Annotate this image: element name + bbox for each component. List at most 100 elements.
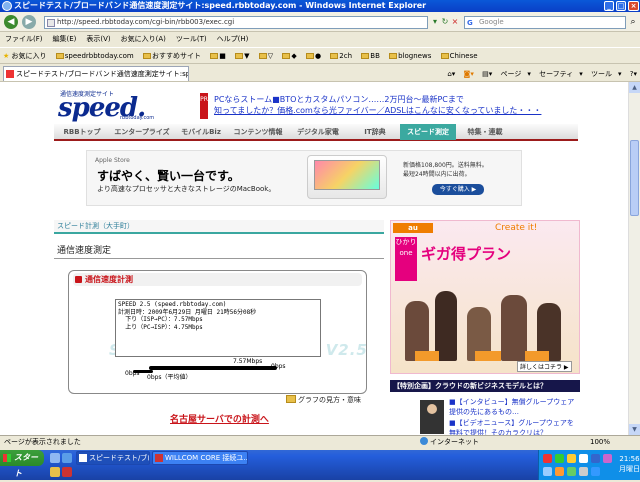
- news-link-interview[interactable]: ■【インタビュー】無償グループウェア 提供の先にあるもの…: [449, 397, 574, 417]
- favorite-link[interactable]: おすすめサイト: [140, 48, 204, 63]
- feeds-icon[interactable]: ◙▾: [461, 67, 477, 81]
- address-input[interactable]: http://speed.rbbtoday.com/cgi-bin/rbb003…: [44, 16, 428, 29]
- favorites-button[interactable]: ★ お気に入り: [0, 48, 50, 63]
- favorite-folder[interactable]: ●: [303, 48, 324, 63]
- vertical-scrollbar[interactable]: ▲ ▼: [628, 82, 640, 435]
- nav-digital[interactable]: デジタル家電: [288, 124, 348, 140]
- speed-measure-panel: 通信速度計測 SPEED RBBTODAY.COM V2.5 SPEED 2.5…: [68, 270, 367, 394]
- tray-icon[interactable]: [543, 454, 552, 463]
- nav-contents[interactable]: コンテンツ情報: [228, 124, 288, 140]
- tray-icon[interactable]: [579, 454, 588, 463]
- site-favicon-icon: [6, 70, 14, 78]
- tray-icon[interactable]: [603, 454, 612, 463]
- menu-bar: ファイル(F) 編集(E) 表示(V) お気に入り(A) ツール(T) ヘルプ(H): [0, 33, 640, 46]
- minimize-button[interactable]: _: [604, 1, 614, 11]
- clock[interactable]: 21:56 月曜日: [619, 454, 640, 474]
- nav-it-dictionary[interactable]: IT辞典: [348, 124, 402, 140]
- refresh-icon[interactable]: ↻: [440, 17, 450, 27]
- command-safety[interactable]: セーフティ: [536, 67, 576, 81]
- tray-icon[interactable]: [567, 454, 576, 463]
- apple-banner-ad[interactable]: Apple Store すばやく、賢い一台です。 より高速なプロセッサと大きなス…: [86, 150, 522, 206]
- nagoya-server-link[interactable]: 名古屋サーバでの計測へ: [170, 412, 269, 425]
- au-hikari-ad[interactable]: au Create it! ひかりone ギガ得プラン 詳しくはコチラ ▶: [390, 220, 580, 374]
- tab-current[interactable]: スピードテスト/ブロードバンド通信速度測定サイト:spee...: [3, 66, 189, 81]
- banner-price: 新価格108,800円。送料無料。 最短24時間以内に出荷。: [403, 162, 488, 178]
- status-text: ページが表示されました: [4, 438, 81, 446]
- quicklaunch-desktop-icon[interactable]: [50, 453, 60, 463]
- tray-icon[interactable]: [543, 467, 552, 476]
- favorite-folder[interactable]: ▼: [232, 48, 252, 63]
- favorite-folder[interactable]: ■: [207, 48, 229, 63]
- banner-subtext: より高速なプロセッサと大きなストレージのMacBook。: [97, 185, 276, 193]
- macbook-image: [307, 155, 387, 199]
- favorite-folder[interactable]: BB: [358, 48, 383, 63]
- site-header: 通信速度測定サイト speed. rbbtoday.com PR PCならストー…: [54, 87, 578, 125]
- favorite-folder[interactable]: 2ch: [327, 48, 355, 63]
- search-input[interactable]: G Google: [464, 16, 626, 29]
- scroll-up-arrow[interactable]: ▲: [629, 82, 640, 93]
- measure-title: 通信速度計測: [73, 273, 362, 286]
- network-icon[interactable]: [591, 467, 600, 476]
- window-title-bar[interactable]: スピードテスト/ブロードバンド通信速度測定サイト:speed.rbbtoday.…: [0, 0, 640, 12]
- favorite-folder[interactable]: blognews: [386, 48, 434, 63]
- quicklaunch-app-icon[interactable]: [62, 467, 72, 477]
- back-button[interactable]: ◀: [4, 15, 18, 29]
- ad-title: ギガ得プラン: [421, 245, 512, 263]
- help-icon[interactable]: ?▾: [627, 67, 640, 81]
- pr-link-1[interactable]: PCならストーム■BTOとカスタムパソコン……2万円台〜最新PCまで: [214, 94, 464, 105]
- close-button[interactable]: ×: [628, 1, 639, 11]
- news-header[interactable]: 【特別企画】クラウドの新ビジネスモデルとは？: [390, 380, 580, 392]
- scroll-thumb[interactable]: [630, 140, 639, 216]
- start-button[interactable]: スタート: [0, 450, 44, 478]
- speed-gauge: 7.57Mbps 0bps 0bps 0bps（平均値）: [125, 358, 293, 381]
- forward-button[interactable]: ▶: [22, 15, 36, 29]
- favorite-folder[interactable]: ◆: [279, 48, 299, 63]
- nav-rbb-top[interactable]: RBBトップ: [54, 124, 110, 140]
- favorite-folder[interactable]: Chinese: [438, 48, 481, 63]
- task-willcom[interactable]: WILLCOM CORE 接続ユ...: [152, 451, 248, 465]
- zoom-level[interactable]: 100%: [590, 436, 610, 449]
- nav-features[interactable]: 特集・連載: [456, 124, 514, 140]
- favorites-bar: ★ お気に入り speedrbbtoday.com おすすめサイト ■ ▼ ▽ …: [0, 47, 640, 64]
- quicklaunch-folder-icon[interactable]: [50, 467, 60, 477]
- nav-speed-test[interactable]: スピード測定: [400, 124, 456, 140]
- volume-icon[interactable]: [579, 467, 588, 476]
- favorite-link[interactable]: speedrbbtoday.com: [53, 48, 137, 63]
- tray-icon[interactable]: [555, 467, 564, 476]
- menu-favorites[interactable]: お気に入り(A): [116, 33, 171, 46]
- stop-icon[interactable]: ×: [450, 17, 460, 27]
- search-icon[interactable]: ⌕: [628, 17, 638, 27]
- scroll-down-arrow[interactable]: ▼: [629, 424, 640, 435]
- ad-more-button[interactable]: 詳しくはコチラ ▶: [517, 361, 572, 372]
- maximize-button[interactable]: □: [616, 1, 626, 11]
- menu-edit[interactable]: 編集(E): [48, 33, 82, 46]
- logo-domain: rbbtoday.com: [120, 115, 155, 121]
- banner-headline: すばやく、賢い一台です。: [97, 169, 240, 183]
- tray-icon[interactable]: [555, 454, 564, 463]
- gauge-end-label: 0bps: [271, 363, 286, 370]
- favorite-folder[interactable]: ▽: [256, 48, 276, 63]
- tray-icon[interactable]: [567, 467, 576, 476]
- print-icon[interactable]: ▤▾: [479, 67, 495, 81]
- gauge-start-label: 0bps: [125, 370, 140, 377]
- buy-now-button[interactable]: 今すぐ購入 ▶: [432, 184, 484, 195]
- menu-file[interactable]: ファイル(F): [0, 33, 48, 46]
- tray-icon[interactable]: [591, 454, 600, 463]
- go-dropdown-icon[interactable]: ▾: [430, 17, 440, 27]
- nav-mobile-biz[interactable]: モバイルBiz: [174, 124, 228, 140]
- command-tools[interactable]: ツール: [588, 67, 615, 81]
- pr-link-2[interactable]: 知ってましたか？価格.comなら光ファイバー／ADSLはこんなに安くなっていまし…: [214, 105, 541, 116]
- clock-day: 月曜日: [619, 465, 640, 473]
- home-icon[interactable]: ⌂▾: [444, 67, 458, 81]
- task-ie-window[interactable]: スピードテスト/ブロード...: [76, 451, 150, 465]
- menu-help[interactable]: ヘルプ(H): [212, 33, 254, 46]
- command-page[interactable]: ページ: [497, 67, 524, 81]
- graph-guide-link[interactable]: グラフの見方・意味: [286, 395, 361, 405]
- taskbar: スタート スピードテスト/ブロード... WILLCOM CORE 接続ユ...…: [0, 450, 640, 480]
- hikari-one-logo: ひかりone: [395, 237, 417, 281]
- windows-flag-icon: [3, 454, 11, 462]
- nav-enterprise[interactable]: エンタープライズ: [110, 124, 174, 140]
- menu-view[interactable]: 表示(V): [81, 33, 115, 46]
- quicklaunch-ie-icon[interactable]: [62, 453, 72, 463]
- menu-tools[interactable]: ツール(T): [171, 33, 212, 46]
